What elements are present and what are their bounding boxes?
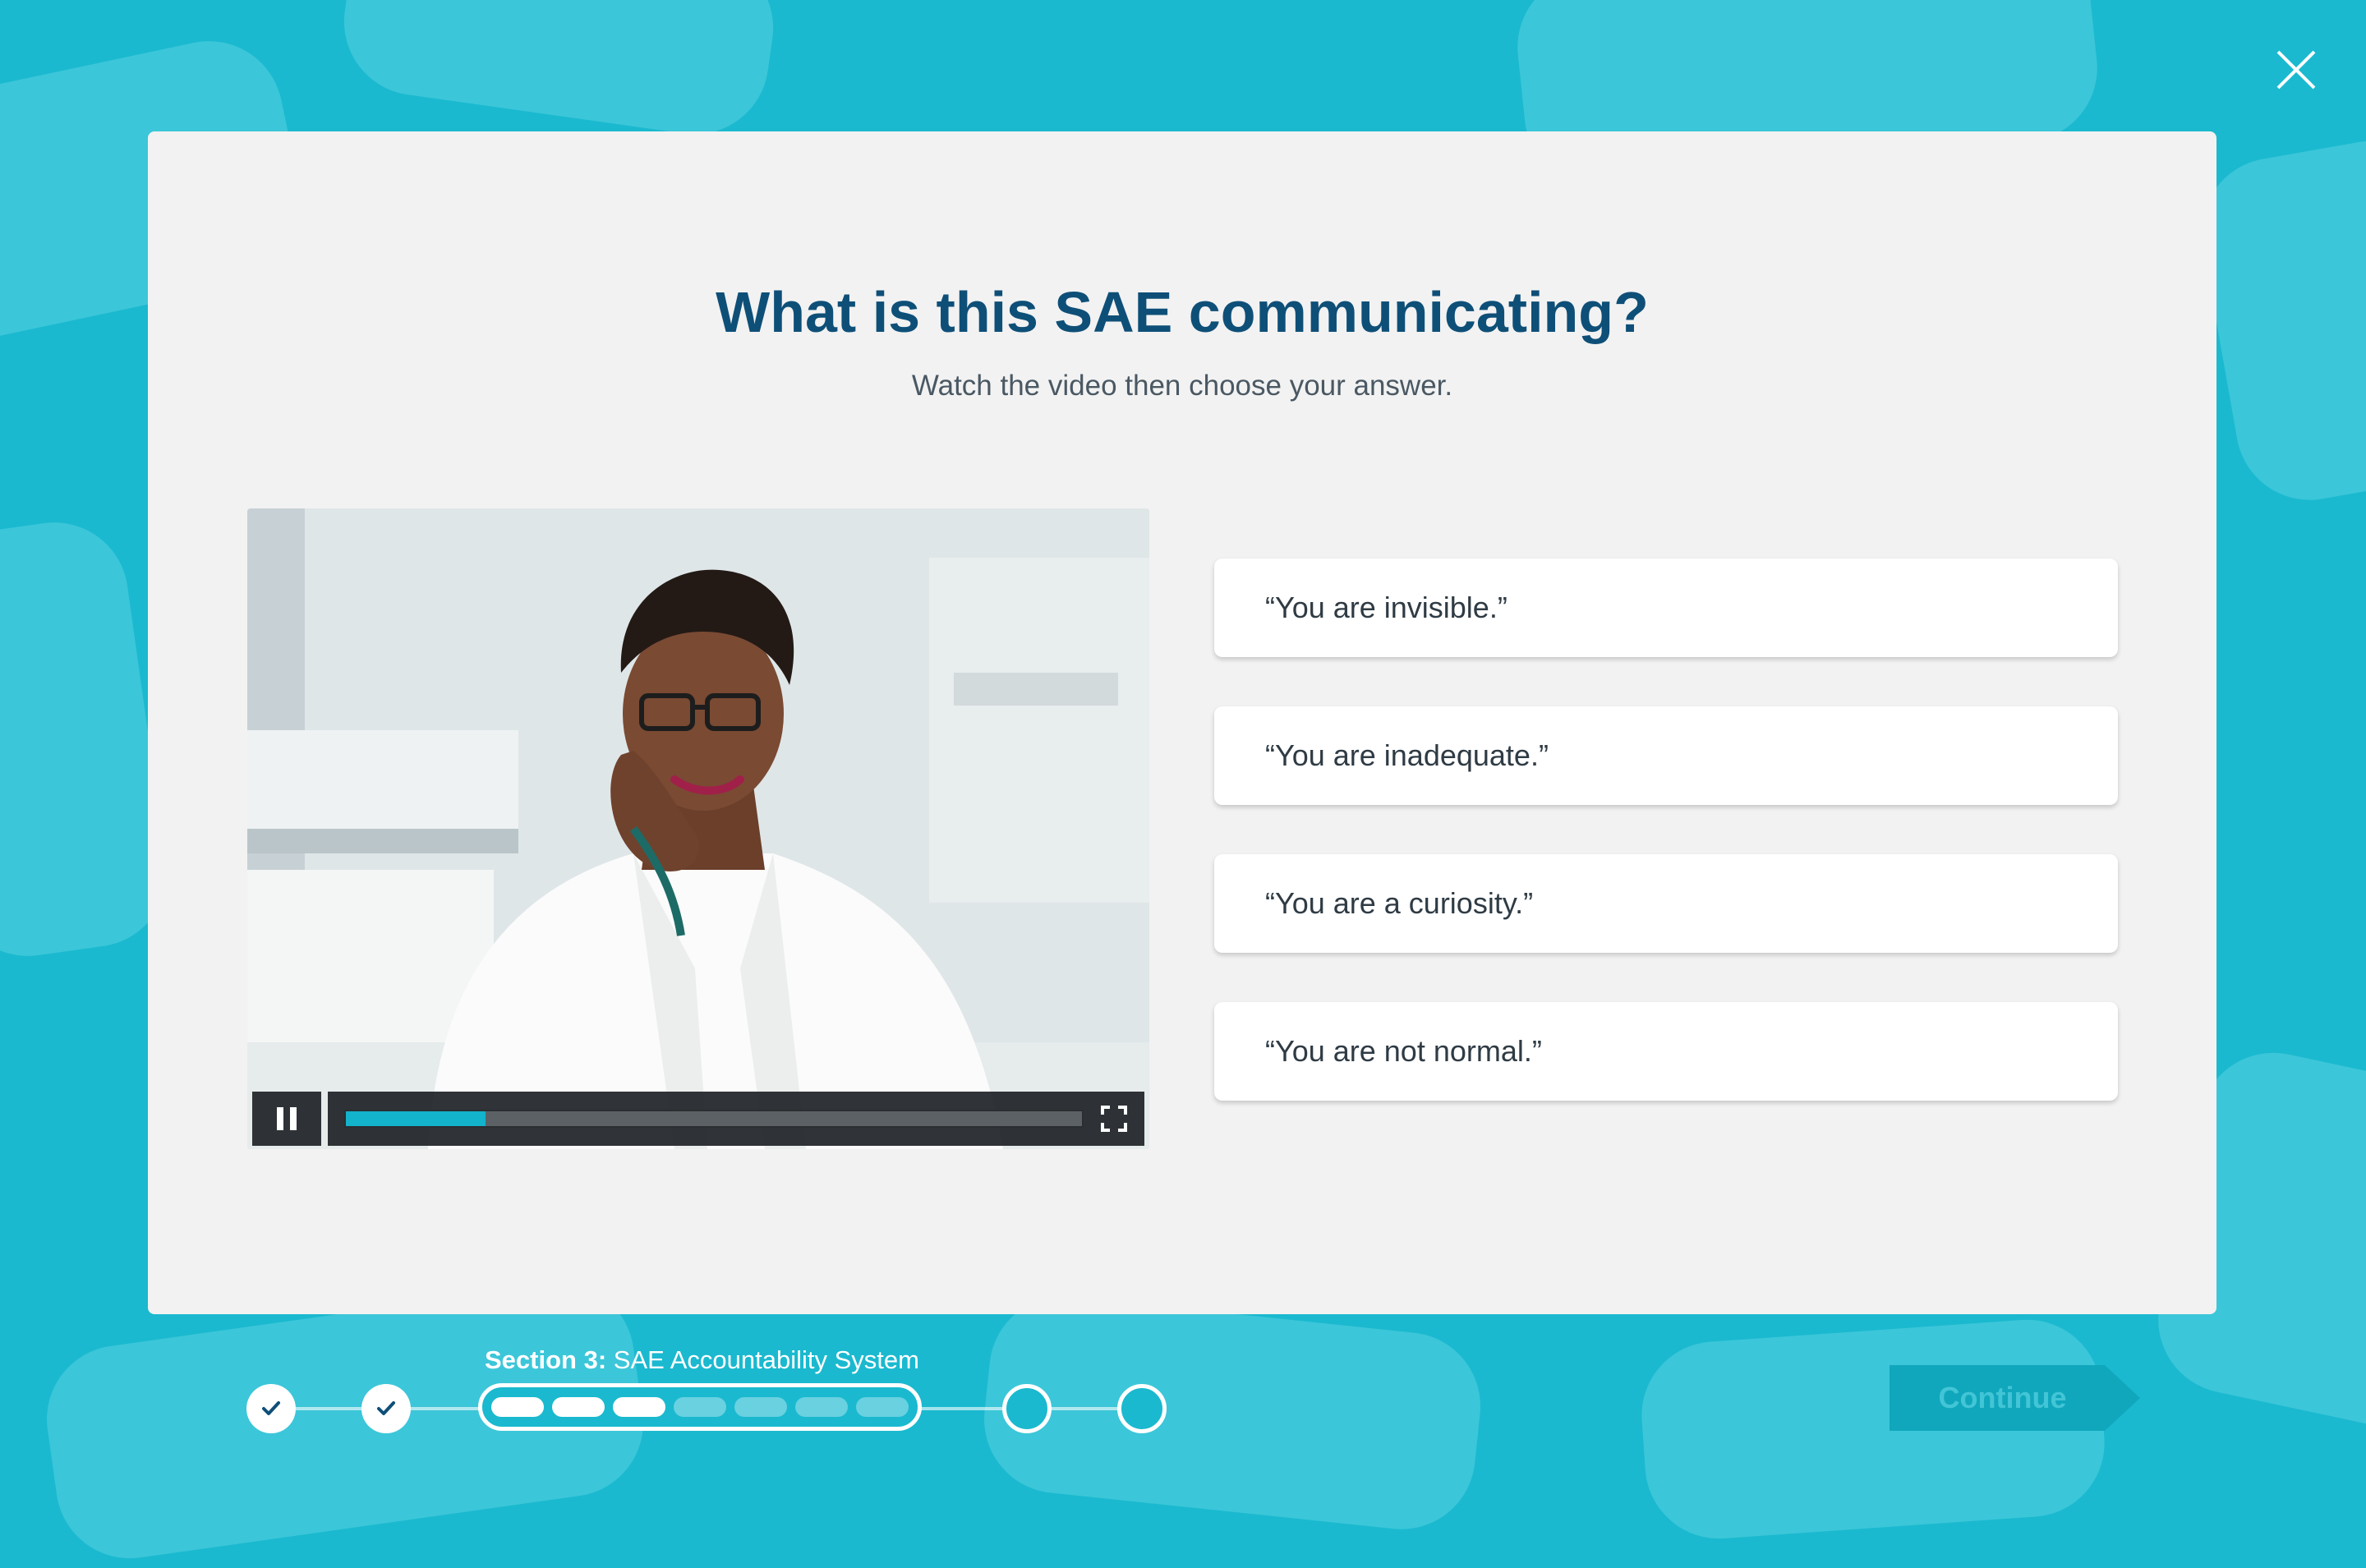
continue-button[interactable]: Continue xyxy=(1890,1365,2140,1431)
video-progress-fill xyxy=(346,1111,486,1126)
segment-incomplete xyxy=(674,1397,726,1417)
video-controls xyxy=(252,1092,1144,1146)
answer-option[interactable]: “You are a curiosity.” xyxy=(1214,854,2118,953)
question-card: What is this SAE communicating? Watch th… xyxy=(148,131,2216,1314)
step-complete[interactable] xyxy=(361,1384,411,1433)
segment-incomplete xyxy=(856,1397,909,1417)
question-title: What is this SAE communicating? xyxy=(716,280,1649,344)
answer-option[interactable]: “You are invisible.” xyxy=(1214,559,2118,657)
question-subtitle: Watch the video then choose your answer. xyxy=(911,370,1453,402)
answer-option[interactable]: “You are not normal.” xyxy=(1214,1002,2118,1101)
background-bubble xyxy=(334,0,783,145)
checkmark-icon xyxy=(377,1401,395,1415)
answer-option[interactable]: “You are inadequate.” xyxy=(1214,706,2118,805)
checkmark-icon xyxy=(262,1401,280,1415)
segment-incomplete xyxy=(795,1397,848,1417)
section-number: Section 3: xyxy=(485,1345,607,1374)
section-name: SAE Accountability System xyxy=(613,1345,919,1374)
segment-complete xyxy=(491,1397,544,1417)
fullscreen-icon[interactable] xyxy=(1100,1105,1128,1133)
segment-complete xyxy=(552,1397,605,1417)
close-button[interactable] xyxy=(2272,45,2321,94)
pause-icon xyxy=(274,1107,300,1130)
pause-button[interactable] xyxy=(252,1092,321,1146)
step-upcoming[interactable] xyxy=(1117,1384,1167,1433)
scrub-bar-container xyxy=(328,1092,1144,1146)
close-icon xyxy=(2276,50,2316,90)
course-progress: Section 3: SAE Accountability System xyxy=(0,1331,1232,1478)
video-player[interactable] xyxy=(247,508,1149,1149)
segment-complete xyxy=(613,1397,665,1417)
answer-list: “You are invisible.” “You are inadequate… xyxy=(1214,559,2118,1150)
section-label: Section 3: SAE Accountability System xyxy=(485,1345,919,1375)
segment-incomplete xyxy=(734,1397,787,1417)
video-scrub-bar[interactable] xyxy=(344,1110,1084,1128)
step-current[interactable] xyxy=(478,1383,922,1431)
step-complete[interactable] xyxy=(246,1384,296,1433)
step-upcoming[interactable] xyxy=(1002,1384,1052,1433)
